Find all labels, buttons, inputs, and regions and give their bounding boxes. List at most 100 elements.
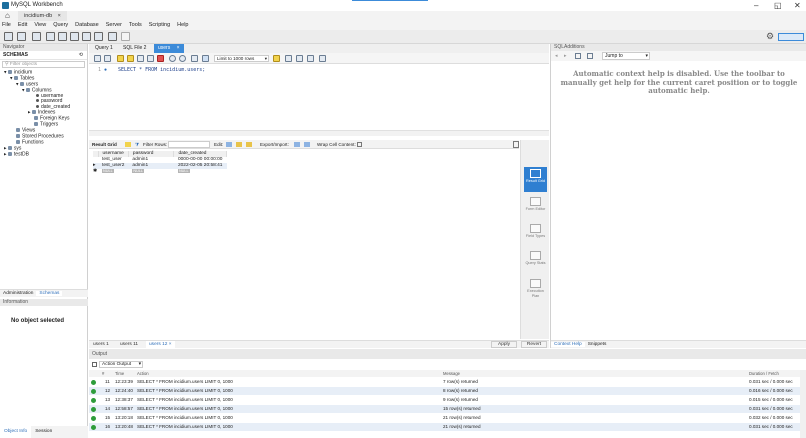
revert-button[interactable]: Revert [521,341,547,348]
explain-icon[interactable] [137,55,144,62]
cell[interactable]: NULL [128,169,174,175]
result-tab-active[interactable]: users 12 × [146,341,175,349]
menu-tools[interactable]: Tools [129,21,142,30]
execute-icon[interactable] [117,55,124,62]
autocommit-icon[interactable] [191,55,198,62]
import-icon[interactable] [304,142,310,147]
sql-text[interactable]: SELECT * FROM incidium.users; [118,67,205,73]
menu-file[interactable]: File [2,21,11,30]
output-scrollbar[interactable] [800,370,806,438]
result-tab[interactable]: users 1 [90,341,112,349]
expand-icon[interactable]: ▾ [10,75,13,81]
tab-users[interactable]: users × [154,44,184,53]
forward-icon[interactable]: ▸ [564,51,567,61]
commit-icon[interactable] [169,55,176,62]
stop-icon[interactable] [147,55,154,62]
output-mode-select[interactable]: Action Output ▾ [99,361,143,368]
settings-icon[interactable]: ⚙ [766,32,774,41]
form-editor-button[interactable]: Form Editor [524,195,547,220]
output-row[interactable]: 14 12:58:57 SELECT * FROM incidium.users… [89,405,806,413]
tab-schemas[interactable]: Schemas [36,291,63,296]
cell[interactable]: NULL [98,169,128,175]
filter-box[interactable]: ⚲ Filter objects [2,61,85,68]
connection-tab[interactable]: incidium-db × [18,11,67,21]
menu-scripting[interactable]: Scripting [149,21,170,30]
menu-server[interactable]: Server [106,21,122,30]
export-icon[interactable] [294,142,300,147]
home-icon[interactable]: ⌂ [5,12,10,20]
result-grid-label[interactable]: Result Grid [92,140,117,149]
expand-icon[interactable]: ▾ [4,69,7,76]
limit-toggle-icon[interactable] [202,55,209,62]
open-file-icon[interactable] [94,55,101,62]
wrap-toggle-icon[interactable] [357,142,362,147]
filter-input[interactable]: Filter objects [10,62,37,67]
expand-icon[interactable]: ▸ [4,151,7,157]
create-function-icon[interactable] [94,32,103,41]
tree-node[interactable]: ▸ testDB [0,151,87,158]
menu-database[interactable]: Database [75,21,99,30]
output-row[interactable]: 11 12:23:39 SELECT * FROM incidium.users… [89,378,806,386]
execution-plan-button[interactable]: Execution Plan [524,277,547,302]
tab-session[interactable]: Session [31,429,56,434]
beautify-icon[interactable] [273,55,280,62]
create-schema-icon[interactable] [46,32,55,41]
auto-help-icon[interactable] [575,53,581,59]
tab-snippets[interactable]: Snippets [585,342,610,347]
edit-row-icon[interactable] [226,142,232,147]
tab-sql-file-2[interactable]: SQL File 2 [119,44,150,53]
tab-close-icon[interactable]: × [177,45,180,51]
tab-context-help[interactable]: Context Help [551,342,585,347]
restore-button[interactable]: ◱ [774,1,782,10]
expand-icon[interactable]: ▾ [22,87,25,93]
create-procedure-icon[interactable] [82,32,91,41]
inspector-icon[interactable] [32,32,41,41]
toggle-error-icon[interactable] [157,55,164,62]
expand-icon[interactable]: ▾ [16,81,19,87]
snippet-icon[interactable] [319,55,326,62]
output-row[interactable]: 12 12:24:40 SELECT * FROM incidium.users… [89,387,806,395]
limit-rows-select[interactable]: Limit to 1000 rows ▾ [214,55,269,62]
output-row[interactable]: 13 12:38:37 SELECT * FROM incidium.users… [89,396,806,404]
rollback-icon[interactable] [179,55,186,62]
tab-administration[interactable]: Administration [0,291,36,296]
layout-toggle-icon[interactable] [778,33,804,41]
manual-help-icon[interactable] [587,53,593,59]
wrap-icon[interactable] [307,55,314,62]
grid-icon[interactable] [125,142,131,147]
connection-tab-close[interactable]: × [58,13,61,19]
schemas-refresh-icon[interactable]: ⟲ [79,51,83,59]
delete-row-icon[interactable] [246,142,252,147]
minimize-button[interactable]: – [754,1,758,10]
menu-edit[interactable]: Edit [18,21,27,30]
apply-button[interactable]: Apply [491,341,517,348]
tab-object-info[interactable]: Object Info [0,426,32,438]
sql-editor[interactable]: 1 ● SELECT * FROM incidium.users; [89,64,549,128]
back-icon[interactable]: ◂ [555,51,558,61]
expand-icon[interactable]: ▸ [28,110,31,116]
execute-current-icon[interactable] [127,55,134,62]
reconnect-icon[interactable] [121,32,130,41]
menu-query[interactable]: Query [53,21,68,30]
editor-hscroll[interactable] [89,130,549,136]
save-icon[interactable] [104,55,111,62]
find-icon[interactable] [285,55,292,62]
filter-rows-input[interactable] [168,141,210,148]
close-icon[interactable]: × [169,342,172,347]
result-grid-view-button[interactable]: Result Grid [524,167,547,192]
panel-toggle-icon[interactable] [513,141,519,148]
insert-row-icon[interactable] [236,142,242,147]
menu-help[interactable]: Help [177,21,188,30]
invisible-chars-icon[interactable] [296,55,303,62]
create-table-icon[interactable] [58,32,67,41]
search-table-data-icon[interactable] [108,32,117,41]
field-types-button[interactable]: Field Types [524,222,547,247]
jump-to-select[interactable]: Jump to ▾ [602,52,650,60]
result-tab[interactable]: users 11 [117,341,141,349]
tab-query-1[interactable]: Query 1 [91,44,117,53]
menu-view[interactable]: View [34,21,46,30]
close-button[interactable]: ✕ [794,1,801,10]
query-stats-button[interactable]: Query Stats [524,249,547,274]
output-row[interactable]: 16 13:20:48 SELECT * FROM incidium.users… [89,423,806,431]
cell[interactable]: NULL [174,169,227,175]
